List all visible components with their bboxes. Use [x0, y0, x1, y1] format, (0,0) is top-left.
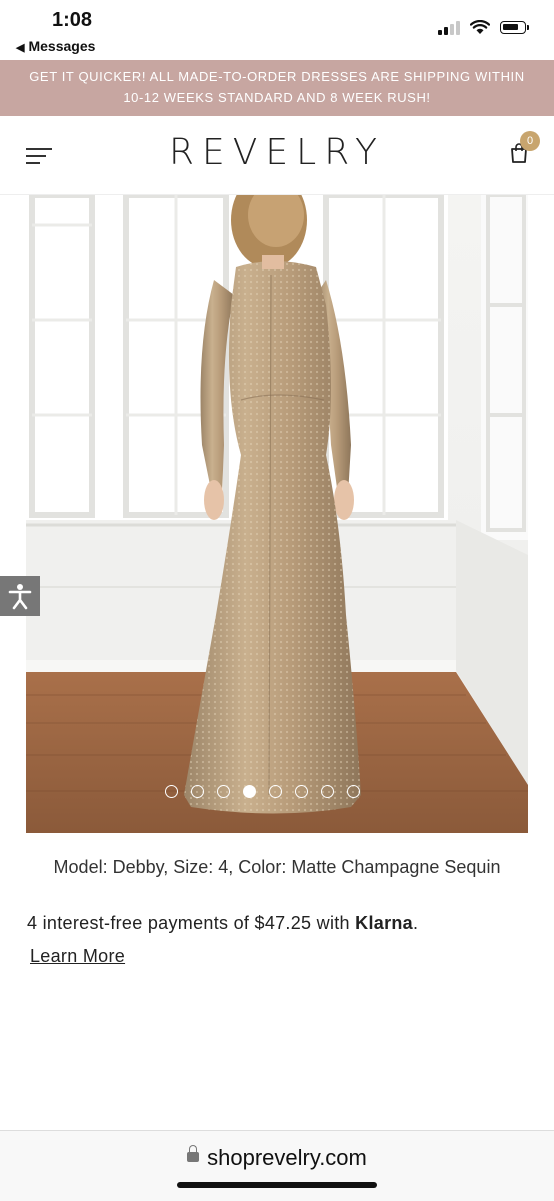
lock-icon: [187, 1145, 200, 1163]
promo-banner[interactable]: GET IT QUICKER! ALL MADE-TO-ORDER DRESSE…: [0, 60, 554, 116]
learn-more-link[interactable]: Learn More: [30, 946, 125, 967]
carousel-dot[interactable]: [321, 785, 334, 798]
accessibility-icon: [8, 584, 32, 610]
back-to-messages[interactable]: ◀ Messages: [16, 38, 95, 54]
klarna-period: .: [413, 913, 419, 933]
url-text: shoprevelry.com: [207, 1145, 367, 1170]
carousel-dot[interactable]: [295, 785, 308, 798]
status-icons: [438, 20, 529, 35]
cellular-signal-icon: [438, 20, 460, 35]
carousel-dot[interactable]: [165, 785, 178, 798]
back-arrow-icon: ◀: [16, 42, 25, 54]
product-caption: Model: Debby, Size: 4, Color: Matte Cham…: [53, 857, 501, 877]
klarna-message: 4 interest-free payments of $47.25 with …: [27, 913, 418, 934]
home-indicator[interactable]: [177, 1182, 377, 1188]
klarna-text: 4 interest-free payments of $47.25 with: [27, 913, 356, 933]
site-logo[interactable]: REVELRY: [0, 132, 554, 173]
product-image[interactable]: [26, 195, 528, 833]
site-header: REVELRY: [0, 116, 554, 195]
browser-url-bar[interactable]: shoprevelry.com: [0, 1130, 554, 1201]
wifi-icon: [470, 20, 490, 34]
carousel-dot[interactable]: [347, 785, 360, 798]
carousel-dot[interactable]: [243, 785, 256, 798]
promo-line-2: 10-12 WEEKS STANDARD AND 8 WEEK RUSH!: [123, 90, 431, 105]
battery-icon: [500, 21, 529, 34]
carousel-dots: [165, 785, 360, 798]
status-time: 1:08: [52, 9, 93, 31]
carousel-dot[interactable]: [191, 785, 204, 798]
carousel-dot[interactable]: [269, 785, 282, 798]
accessibility-button[interactable]: [0, 576, 40, 616]
back-label: Messages: [28, 38, 96, 54]
carousel-dot[interactable]: [217, 785, 230, 798]
klarna-brand: Klarna: [355, 913, 413, 933]
status-bar: 1:08 ◀ Messages: [0, 0, 554, 60]
url-display[interactable]: shoprevelry.com: [0, 1145, 554, 1171]
promo-line-1: GET IT QUICKER! ALL MADE-TO-ORDER DRESSE…: [29, 69, 525, 84]
cart-count-badge[interactable]: 0: [520, 131, 540, 151]
